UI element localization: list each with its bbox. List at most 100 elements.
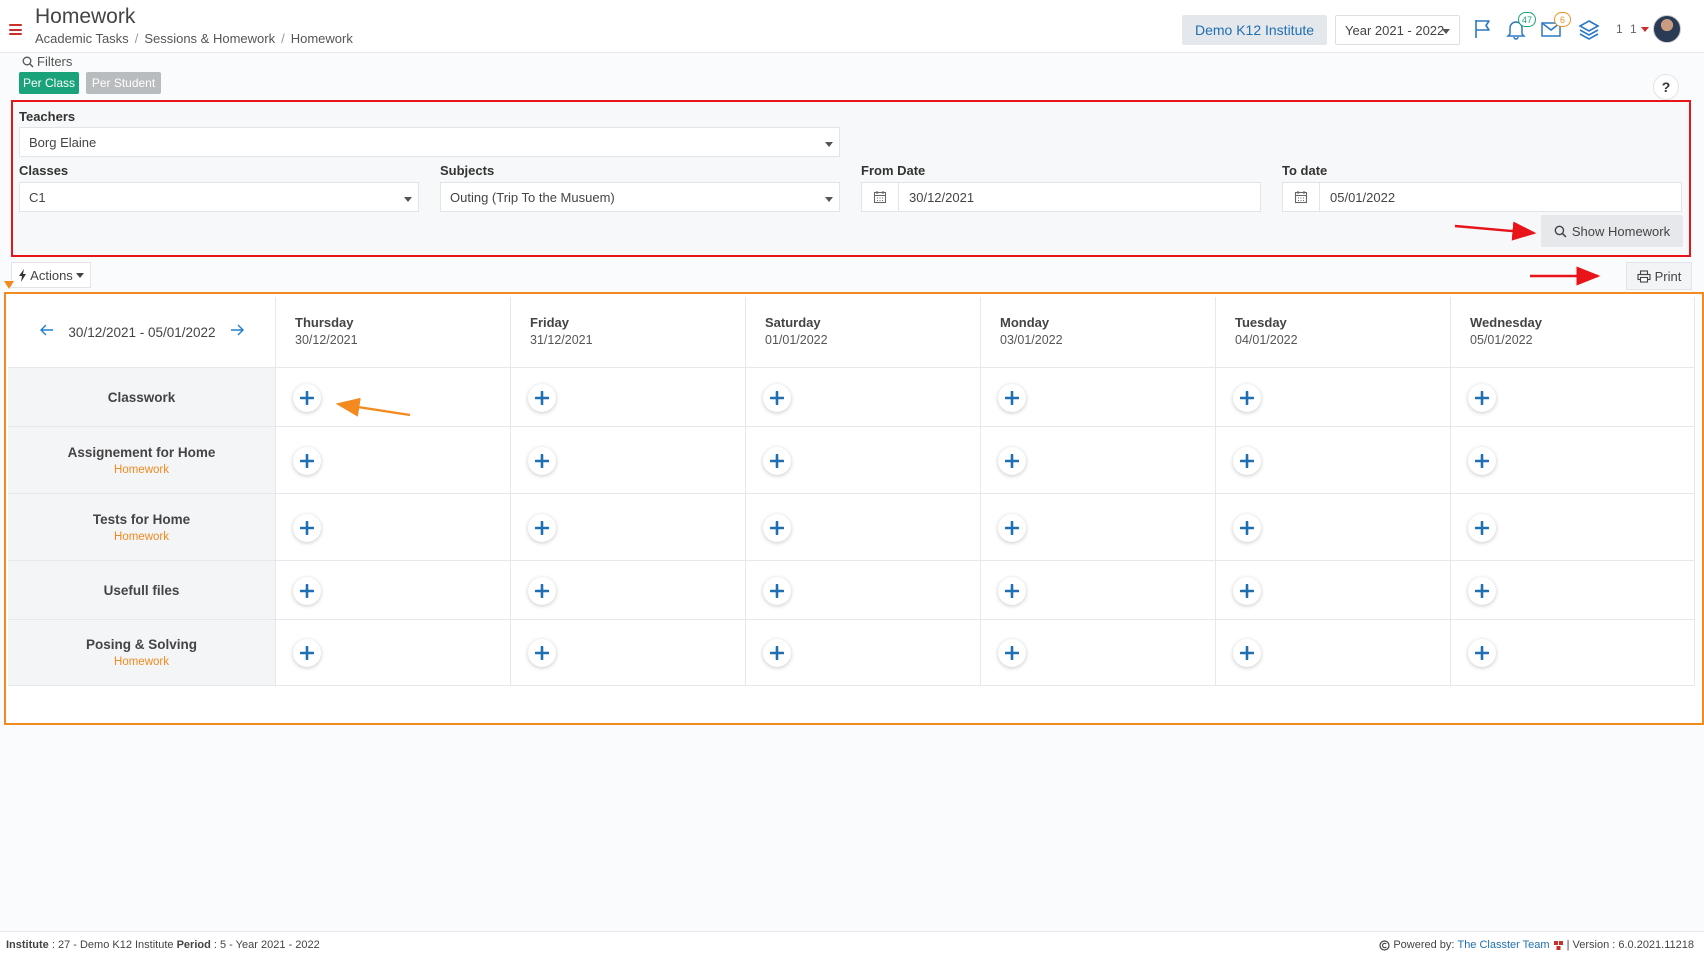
calendar-icon[interactable]: [862, 183, 899, 211]
add-entry-button[interactable]: [763, 639, 791, 667]
plus-icon: [1475, 391, 1489, 405]
arrow-right-icon[interactable]: [230, 323, 244, 341]
add-entry-button[interactable]: [528, 577, 556, 605]
day-name: Wednesday: [1470, 315, 1543, 330]
add-entry-button[interactable]: [1468, 514, 1496, 542]
actions-dropdown[interactable]: Actions: [11, 262, 91, 288]
from-date-value: 30/12/2021: [909, 189, 975, 205]
day-header: Monday 03/01/2022: [981, 297, 1216, 367]
to-date-input[interactable]: 05/01/2022: [1282, 182, 1682, 212]
calendar-icon[interactable]: [1283, 183, 1320, 211]
add-entry-button[interactable]: [528, 639, 556, 667]
row-subtitle: Homework: [114, 530, 169, 543]
plus-icon: [300, 646, 314, 660]
row-label-cell: Classwork: [8, 368, 276, 426]
notifications-badge: 47: [1517, 12, 1536, 27]
year-select[interactable]: Year 2021 - 2022: [1335, 15, 1460, 45]
add-entry-button[interactable]: [293, 447, 321, 475]
from-date-input[interactable]: 30/12/2021: [861, 182, 1261, 212]
add-entry-button[interactable]: [1233, 639, 1261, 667]
add-entry-button[interactable]: [998, 384, 1026, 412]
footer-credits: Powered by: The Classter Team | Version …: [1379, 939, 1694, 951]
add-entry-button[interactable]: [1468, 447, 1496, 475]
add-entry-button[interactable]: [1468, 384, 1496, 412]
subjects-select[interactable]: Outing (Trip To the Musuem): [440, 182, 840, 212]
add-entry-button[interactable]: [293, 639, 321, 667]
add-entry-button[interactable]: [1233, 577, 1261, 605]
arrow-left-icon[interactable]: [40, 323, 54, 341]
per-student-button[interactable]: Per Student: [86, 72, 161, 94]
plus-icon: [770, 584, 784, 598]
plus-icon: [1240, 646, 1254, 660]
row-label-cell: Tests for Home Homework: [8, 494, 276, 560]
institute-button[interactable]: Demo K12 Institute: [1182, 15, 1327, 45]
filter-panel: [11, 100, 1691, 257]
plus-icon: [1475, 584, 1489, 598]
mail-icon[interactable]: 6: [1540, 12, 1571, 40]
day-cell: [511, 494, 746, 560]
add-entry-button[interactable]: [293, 514, 321, 542]
plus-icon: [1005, 391, 1019, 405]
footer-info: Institute : 27 - Demo K12 Institute Peri…: [6, 939, 320, 951]
top-header: Homework Academic Tasks / Sessions & Hom…: [0, 0, 1704, 53]
add-entry-button[interactable]: [998, 514, 1026, 542]
help-button[interactable]: ?: [1653, 74, 1679, 100]
plus-icon: [1240, 454, 1254, 468]
footer-institute-label: Institute: [6, 939, 49, 951]
classter-team-link[interactable]: The Classter Team: [1457, 939, 1549, 951]
teachers-value: Borg Elaine: [29, 134, 97, 150]
add-entry-button[interactable]: [293, 577, 321, 605]
bolt-icon: [19, 268, 27, 282]
chevron-down-icon[interactable]: [1641, 27, 1649, 32]
add-entry-button[interactable]: [1233, 447, 1261, 475]
footer-period-value: : 5 - Year 2021 - 2022: [213, 939, 320, 951]
add-entry-button[interactable]: [998, 447, 1026, 475]
flag-icon[interactable]: [1472, 18, 1496, 40]
breadcrumb-item-academic-tasks[interactable]: Academic Tasks: [35, 31, 129, 46]
day-cell: [276, 427, 511, 493]
day-cell: [511, 427, 746, 493]
day-cell: [746, 620, 981, 685]
add-entry-button[interactable]: [528, 447, 556, 475]
add-entry-button[interactable]: [763, 384, 791, 412]
per-class-button[interactable]: Per Class: [19, 72, 79, 94]
plus-icon: [1475, 521, 1489, 535]
day-header: Thursday 30/12/2021: [276, 297, 511, 367]
row-title: Usefull files: [103, 582, 180, 598]
add-entry-button[interactable]: [528, 514, 556, 542]
version-text: | Version : 6.0.2021.11218: [1566, 939, 1694, 951]
add-entry-button[interactable]: [1233, 514, 1261, 542]
show-homework-button[interactable]: Show Homework: [1541, 215, 1683, 247]
plus-icon: [1005, 521, 1019, 535]
bell-icon[interactable]: 47: [1505, 12, 1536, 40]
add-entry-button[interactable]: [528, 384, 556, 412]
add-entry-button[interactable]: [998, 577, 1026, 605]
day-header: Tuesday 04/01/2022: [1216, 297, 1451, 367]
add-entry-button[interactable]: [763, 514, 791, 542]
add-entry-button[interactable]: [293, 384, 321, 412]
plus-icon: [535, 521, 549, 535]
plus-icon: [770, 646, 784, 660]
add-entry-button[interactable]: [1468, 639, 1496, 667]
grid-header-row: 30/12/2021 - 05/01/2022 Thursday 30/12/2…: [8, 297, 1695, 368]
add-entry-button[interactable]: [763, 447, 791, 475]
day-cell: [1216, 494, 1451, 560]
add-entry-button[interactable]: [763, 577, 791, 605]
table-row: Usefull files: [8, 561, 1695, 620]
add-entry-button[interactable]: [998, 639, 1026, 667]
classes-select[interactable]: C1: [19, 182, 419, 212]
print-button[interactable]: Print: [1626, 262, 1692, 290]
plus-icon: [300, 584, 314, 598]
breadcrumb-item-sessions-homework[interactable]: Sessions & Homework: [144, 31, 275, 46]
add-entry-button[interactable]: [1468, 577, 1496, 605]
avatar[interactable]: [1653, 15, 1681, 43]
day-cell: [981, 494, 1216, 560]
plus-icon: [1005, 646, 1019, 660]
teachers-select[interactable]: Borg Elaine: [19, 127, 840, 157]
add-entry-button[interactable]: [1233, 384, 1261, 412]
plus-icon: [1240, 391, 1254, 405]
filters-label[interactable]: Filters: [22, 54, 72, 69]
menu-icon[interactable]: [9, 24, 22, 35]
layers-icon[interactable]: [1578, 18, 1602, 40]
subjects-value: Outing (Trip To the Musuem): [450, 189, 615, 205]
